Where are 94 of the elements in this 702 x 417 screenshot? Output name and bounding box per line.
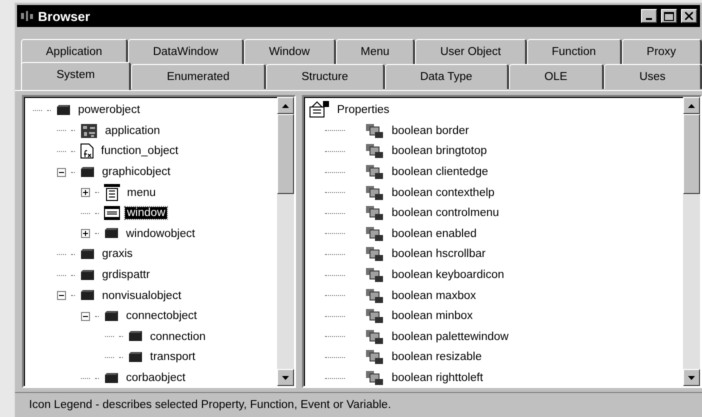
property-item[interactable]: boolean contexthelp <box>390 186 497 199</box>
cube-icon <box>104 372 119 385</box>
property-item[interactable]: boolean palettewindow <box>390 330 511 343</box>
application-icon <box>80 122 98 139</box>
property-item[interactable]: boolean clientedge <box>390 166 490 178</box>
property-item[interactable]: boolean controlmenu <box>390 207 502 220</box>
property-item[interactable]: boolean border <box>390 124 471 137</box>
close-icon <box>685 12 693 20</box>
cube-icon <box>104 227 119 240</box>
tree-item[interactable]: windowobject <box>124 228 198 240</box>
scrollbar[interactable] <box>277 97 294 386</box>
scroll-up-button[interactable] <box>683 97 700 114</box>
caret-down-icon <box>282 376 289 380</box>
property-item[interactable]: boolean minbox <box>390 310 475 322</box>
property-item[interactable]: boolean keyboardicon <box>390 269 506 282</box>
caret-down-icon <box>688 376 695 380</box>
collapse-icon[interactable] <box>81 312 90 321</box>
menu-window-icon <box>104 184 120 202</box>
property-icon <box>364 288 385 304</box>
tree-item[interactable]: corbaobject <box>124 372 188 384</box>
properties-icon <box>308 101 330 120</box>
property-item[interactable]: boolean maxbox <box>390 290 478 302</box>
property-icon <box>364 328 385 345</box>
expand-icon[interactable] <box>81 188 90 198</box>
property-item[interactable]: boolean righttoleft <box>390 372 486 384</box>
tree-item[interactable]: function_object <box>99 145 180 158</box>
property-item[interactable]: boolean resizable <box>390 351 484 364</box>
cube-icon <box>80 268 95 282</box>
function-icon <box>80 143 94 160</box>
scroll-thumb[interactable] <box>683 114 700 194</box>
maximize-icon <box>664 12 674 20</box>
property-item[interactable]: boolean enabled <box>390 228 479 240</box>
tree-item[interactable]: menu <box>125 186 158 199</box>
cube-icon <box>104 310 119 323</box>
property-icon <box>364 122 385 139</box>
property-icon <box>364 267 385 284</box>
maximize-button[interactable] <box>661 9 677 23</box>
property-icon <box>364 226 385 242</box>
window-icon <box>104 206 120 220</box>
tree-item[interactable]: graxis <box>100 248 135 260</box>
tab[interactable]: Proxy <box>622 39 702 64</box>
caret-up-icon <box>282 104 289 108</box>
tab[interactable]: User Object <box>415 39 527 64</box>
tree-item[interactable]: nonvisualobject <box>100 290 184 302</box>
cube-icon <box>128 330 143 344</box>
scroll-down-button[interactable] <box>683 369 700 386</box>
app-icon <box>20 10 34 22</box>
tab[interactable]: Data Type <box>384 64 509 89</box>
tree-item[interactable]: grdispattr <box>100 269 152 282</box>
tree-item[interactable]: application <box>103 124 162 137</box>
scroll-down-button[interactable] <box>277 369 294 386</box>
tab[interactable]: OLE <box>508 64 604 89</box>
cube-icon <box>128 350 143 364</box>
property-icon <box>364 184 385 201</box>
tree-item[interactable]: window <box>125 207 168 220</box>
tab[interactable]: Uses <box>604 64 702 89</box>
tab[interactable]: DataWindow <box>128 39 244 64</box>
expand-icon[interactable] <box>81 229 90 238</box>
window-title: Browser <box>38 8 92 24</box>
property-icon <box>364 370 385 386</box>
properties-heading: Properties <box>336 104 390 116</box>
tab[interactable]: Application <box>21 39 128 64</box>
cube-icon <box>56 104 71 117</box>
status-text: Icon Legend - describes selected Property, Function, Event or Variable. <box>29 399 392 411</box>
tree-item[interactable]: connection <box>148 330 208 343</box>
tab[interactable]: Window <box>244 39 336 64</box>
tab[interactable]: Structure <box>266 64 385 89</box>
property-item[interactable]: boolean bringtotop <box>390 145 489 158</box>
scroll-up-button[interactable] <box>277 97 294 114</box>
tree-item[interactable]: transport <box>148 351 198 364</box>
property-icon <box>364 349 385 366</box>
property-icon <box>364 246 385 262</box>
cube-icon <box>80 289 95 302</box>
tab[interactable]: Menu <box>336 39 416 64</box>
property-item[interactable]: boolean hscrollbar <box>390 248 488 260</box>
property-icon <box>364 143 385 160</box>
collapse-icon[interactable] <box>57 168 66 177</box>
tree-item[interactable]: powerobject <box>76 104 142 116</box>
scrollbar[interactable] <box>683 97 700 386</box>
cube-icon <box>80 166 95 179</box>
caret-up-icon <box>688 104 695 108</box>
property-icon <box>364 308 385 324</box>
minimize-button[interactable] <box>641 9 657 23</box>
tree-item[interactable]: graphicobject <box>100 166 172 178</box>
collapse-icon[interactable] <box>57 291 66 300</box>
tab[interactable]: Enumerated <box>131 64 266 89</box>
tab[interactable]: Function <box>526 39 622 64</box>
tree-item[interactable]: connectobject <box>124 310 199 322</box>
property-icon <box>364 205 385 222</box>
property-icon <box>364 164 385 180</box>
tab[interactable]: System <box>21 62 132 90</box>
close-button[interactable] <box>681 9 697 23</box>
cube-icon <box>80 248 95 261</box>
scroll-thumb[interactable] <box>277 114 294 194</box>
